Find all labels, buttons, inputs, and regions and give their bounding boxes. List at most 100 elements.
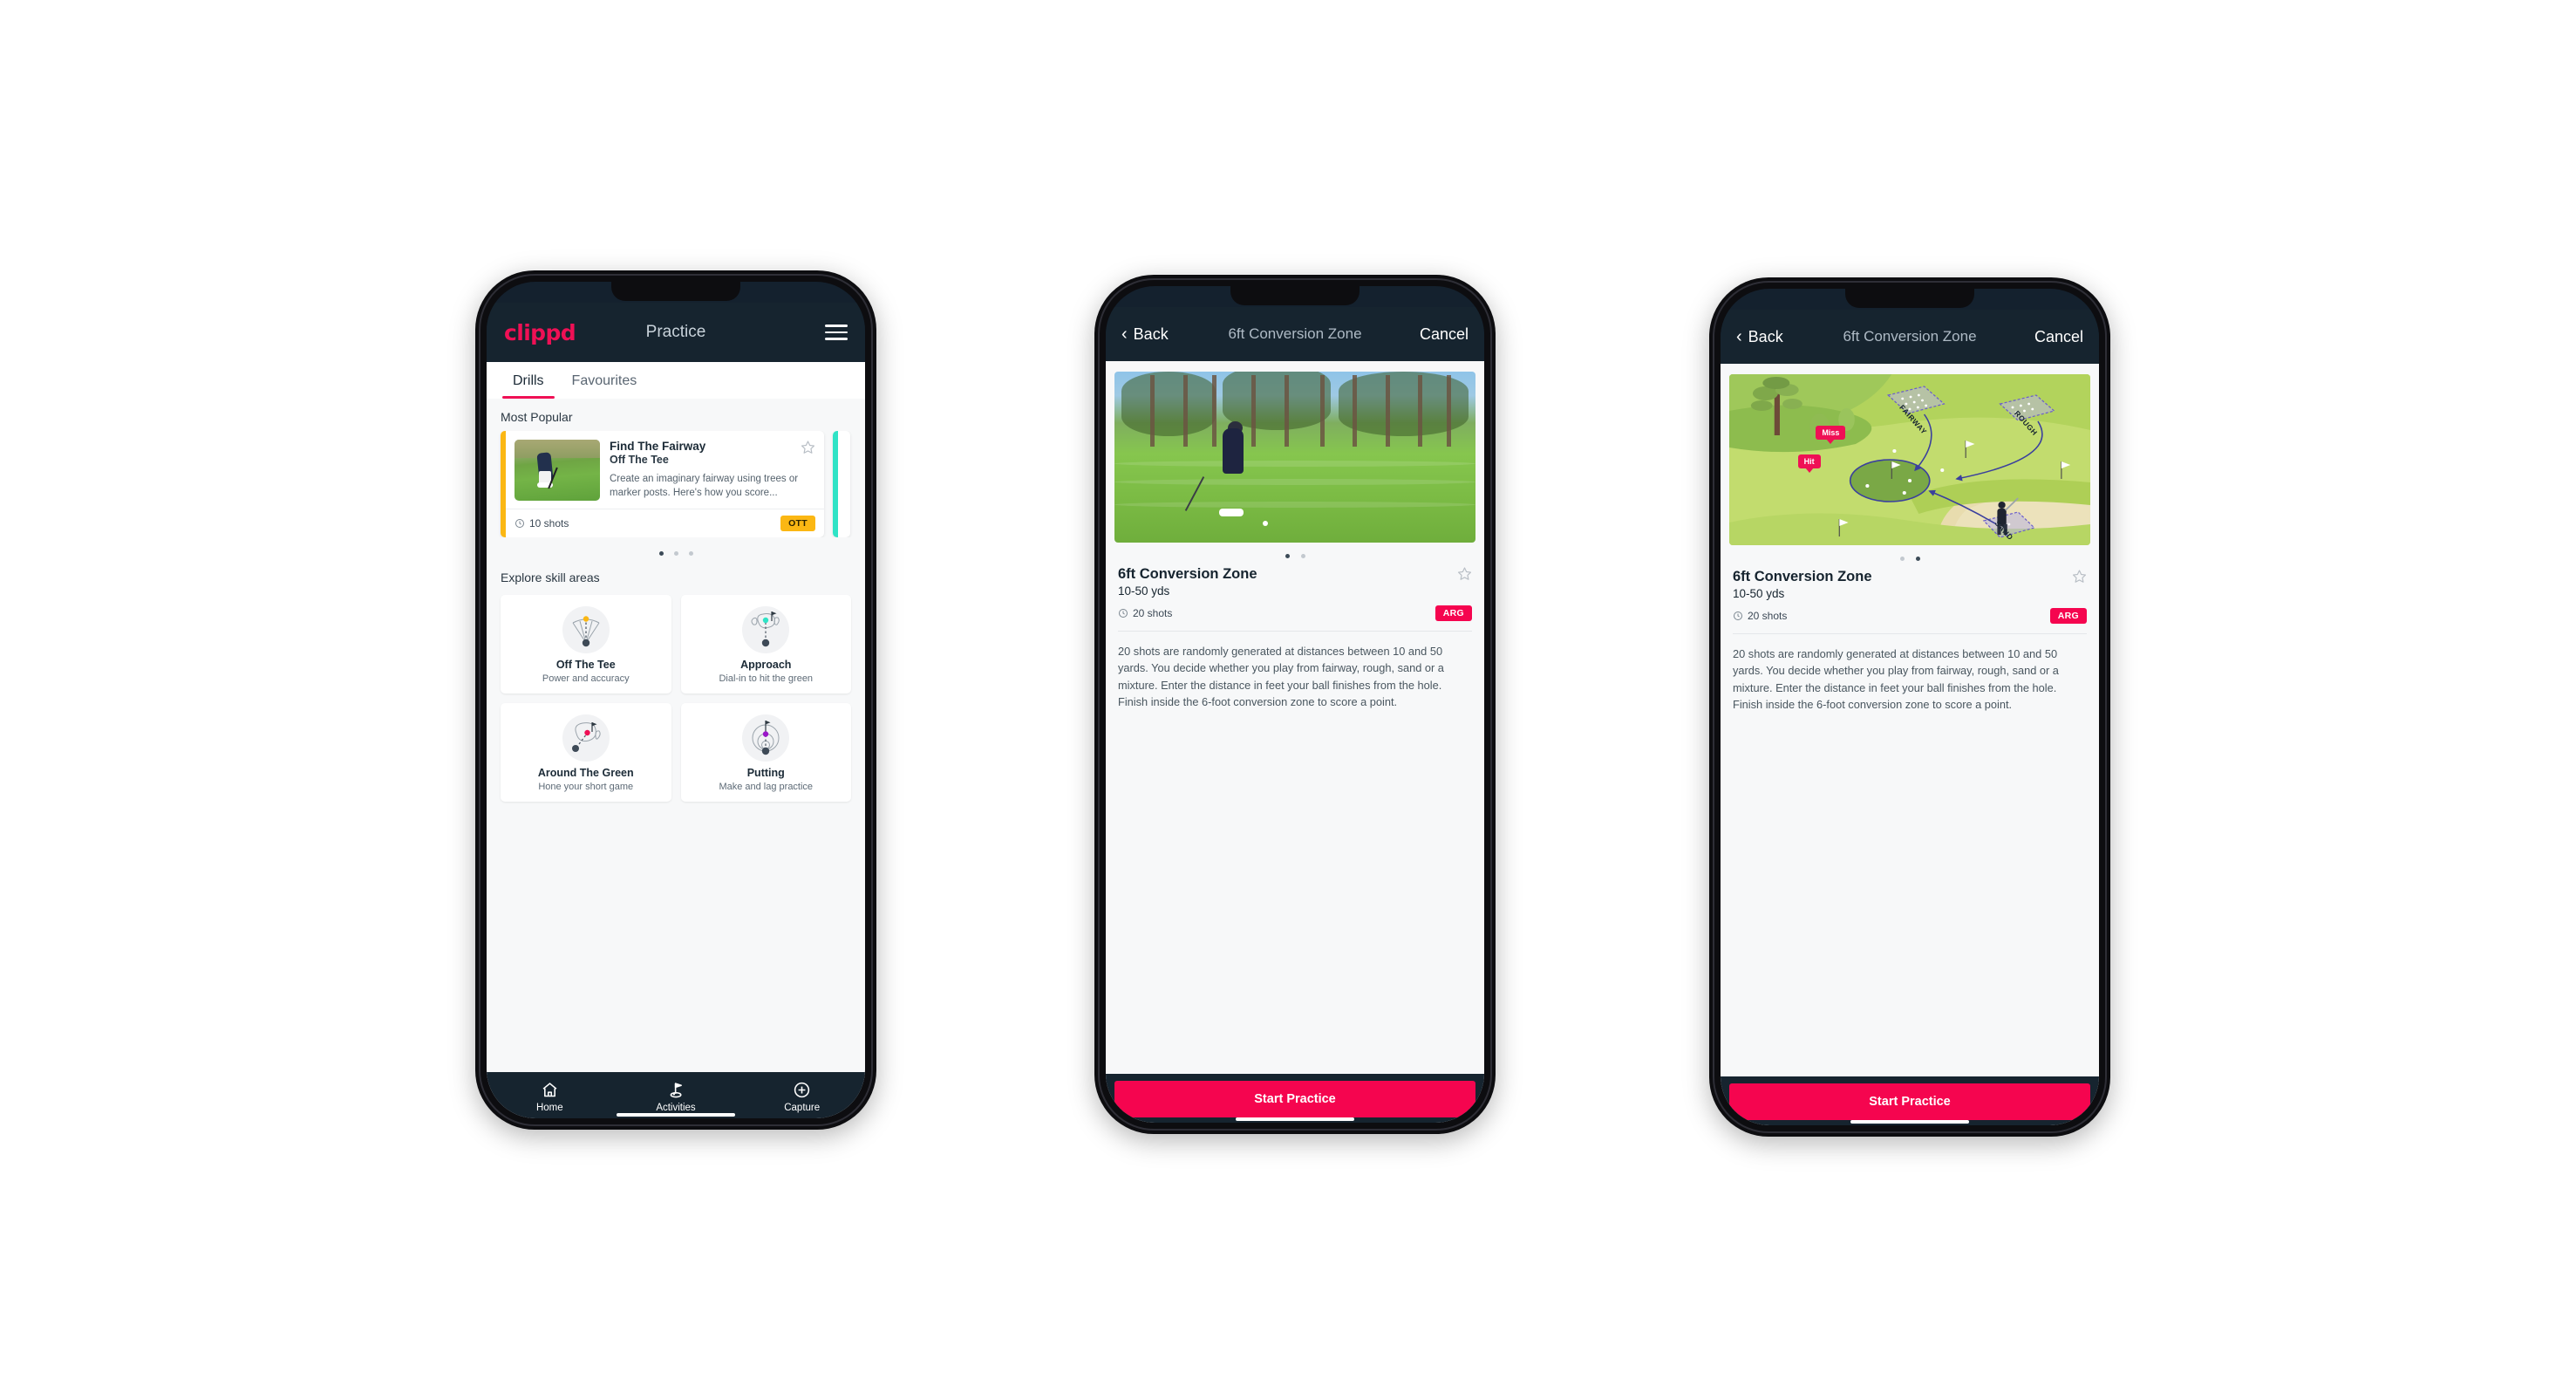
phone-mockup-drill-detail-photo: ‹ Back 6ft Conversion Zone Cancel 6ft Co… — [1094, 275, 1496, 1134]
phone-mockup-drill-detail-diagram: ‹ Back 6ft Conversion Zone Cancel FAIRWA… — [1709, 277, 2110, 1137]
back-button[interactable]: ‹ Back — [1121, 325, 1169, 344]
plus-circle-icon — [739, 1080, 865, 1099]
drill-distance: 10-50 yds — [1733, 587, 1785, 600]
tabbar-item-capture[interactable]: Capture — [739, 1080, 865, 1113]
star-outline-icon[interactable] — [2072, 569, 2087, 584]
drill-shots: 20 shots — [1733, 610, 1787, 622]
carousel-dots[interactable] — [1106, 543, 1484, 566]
star-outline-icon[interactable] — [1457, 566, 1472, 581]
tab-drills[interactable]: Drills — [499, 362, 558, 399]
carousel-dot[interactable] — [1300, 554, 1305, 558]
tabbar-item-home[interactable]: Home — [487, 1080, 613, 1113]
tabbar-item-activities[interactable]: Activities — [613, 1080, 739, 1113]
hamburger-icon[interactable] — [825, 325, 848, 340]
carousel-dot[interactable] — [673, 551, 678, 556]
drill-shots: 20 shots — [1118, 607, 1172, 619]
nav-bar: ‹ Back 6ft Conversion Zone Cancel — [1721, 310, 2099, 364]
carousel-dots[interactable] — [487, 537, 865, 559]
home-icon — [487, 1080, 613, 1099]
tab-favourites[interactable]: Favourites — [558, 362, 651, 399]
home-indicator — [1236, 1117, 1354, 1121]
drill-title: 6ft Conversion Zone — [1733, 569, 1872, 584]
cancel-button[interactable]: Cancel — [1420, 325, 1469, 344]
phone1-notch — [611, 282, 740, 301]
section-most-popular-title: Most Popular — [501, 410, 573, 424]
card-accent-stripe — [833, 431, 838, 537]
app-bar: clippd Practice — [487, 303, 865, 362]
drill-title: 6ft Conversion Zone — [1118, 566, 1257, 582]
skill-name: Approach — [740, 659, 792, 671]
carousel-dot[interactable] — [658, 551, 664, 556]
drill-card-next[interactable] — [833, 431, 850, 537]
drill-category: Off The Tee — [610, 454, 669, 466]
carousel-dot[interactable] — [1915, 557, 1920, 561]
cta-container: Start Practice — [1106, 1074, 1484, 1123]
golfer-chipping-photo — [1114, 372, 1475, 543]
phone3-notch — [1845, 289, 1974, 308]
chevron-left-icon: ‹ — [1736, 327, 1742, 346]
drill-description: 20 shots are randomly generated at dista… — [1733, 647, 2059, 712]
carousel-dot[interactable] — [1285, 554, 1290, 558]
skill-name: Around The Green — [537, 767, 634, 779]
back-label: Back — [1133, 325, 1169, 343]
screenshot-canvas: clippd Practice Drills Favourites Most P… — [0, 0, 2576, 1387]
skill-card-off-the-tee[interactable]: Off The Tee Power and accuracy — [501, 595, 671, 694]
phone3-screen: ‹ Back 6ft Conversion Zone Cancel FAIRWA… — [1721, 289, 2099, 1125]
marker-hit: Hit — [1797, 454, 1821, 469]
drill-detail-screen: FAIRWAY ROUGH SAND Miss Hit 6ft Conversi… — [1721, 364, 2099, 1125]
drill-distance: 10-50 yds — [1118, 584, 1170, 598]
star-outline-icon[interactable] — [801, 440, 815, 454]
tabbar-label: Activities — [656, 1103, 696, 1113]
start-practice-button[interactable]: Start Practice — [1729, 1083, 2090, 1120]
skill-name: Off The Tee — [555, 659, 616, 671]
skill-card-approach[interactable]: Approach Dial-in to hit the green — [680, 595, 851, 694]
course-diagram-svg — [1729, 374, 2090, 545]
start-practice-button[interactable]: Start Practice — [1114, 1081, 1475, 1117]
drill-shots-label: 10 shots — [529, 517, 569, 530]
home-indicator — [617, 1112, 735, 1117]
status-badge: ARG — [2049, 608, 2087, 624]
cancel-button[interactable]: Cancel — [2034, 328, 2083, 346]
carousel-dots[interactable] — [1721, 545, 2099, 569]
home-indicator — [1850, 1119, 1969, 1124]
drill-carousel[interactable]: Find The Fairway Off The Tee Create an i… — [487, 431, 865, 537]
skill-desc: Hone your short game — [538, 782, 634, 792]
clippd-logo: clippd — [504, 319, 576, 345]
skill-card-putting[interactable]: Putting Make and lag practice — [680, 703, 851, 802]
putt-rings-icon — [742, 714, 790, 762]
drill-thumbnail — [515, 440, 600, 501]
skill-card-around-the-green[interactable]: Around The Green Hone your short game — [501, 703, 671, 802]
tabbar-label: Capture — [784, 1103, 821, 1113]
phone1-screen: clippd Practice Drills Favourites Most P… — [487, 282, 865, 1118]
chevron-left-icon: ‹ — [1121, 325, 1128, 344]
bottom-tab-bar: Home Activities Capture — [487, 1072, 865, 1118]
skill-desc: Power and accuracy — [542, 673, 630, 684]
clock-icon — [515, 518, 525, 529]
golf-course-diagram: FAIRWAY ROUGH SAND Miss Hit — [1729, 374, 2090, 545]
section-skill-areas-title: Explore skill areas — [501, 571, 600, 584]
status-badge: OTT — [780, 516, 815, 531]
drill-header: 6ft Conversion Zone 10-50 yds 20 shots A… — [1721, 569, 2099, 624]
carousel-dot[interactable] — [1899, 557, 1905, 561]
back-button[interactable]: ‹ Back — [1736, 328, 1783, 346]
phone2-notch — [1230, 286, 1360, 305]
drill-description: 20 shots are randomly generated at dista… — [1118, 645, 1444, 709]
tabbar-label: Home — [535, 1103, 563, 1113]
drill-hero-media[interactable]: FAIRWAY ROUGH SAND Miss Hit — [1729, 374, 2090, 545]
skill-desc: Make and lag practice — [719, 782, 814, 792]
drill-description: Create an imaginary fairway using trees … — [610, 474, 799, 499]
carousel-dot[interactable] — [688, 551, 693, 556]
status-badge: ARG — [1435, 605, 1472, 621]
nav-bar: ‹ Back 6ft Conversion Zone Cancel — [1106, 307, 1484, 361]
skill-desc: Dial-in to hit the green — [719, 673, 814, 684]
drill-shots-label: 20 shots — [1133, 607, 1173, 619]
tab-bar: Drills Favourites — [487, 362, 865, 399]
tee-fan-icon — [562, 606, 610, 653]
drill-hero-media[interactable] — [1114, 372, 1475, 543]
approach-green-icon — [742, 606, 790, 653]
back-label: Back — [1748, 327, 1783, 345]
practice-scroll-area: Most Popular Find The Fairway Off The Te… — [487, 399, 865, 1072]
drill-card[interactable]: Find The Fairway Off The Tee Create an i… — [501, 431, 824, 537]
drill-header: 6ft Conversion Zone 10-50 yds 20 shots A… — [1106, 566, 1484, 621]
skill-area-grid: Off The Tee Power and accuracy Approach … — [487, 591, 865, 802]
